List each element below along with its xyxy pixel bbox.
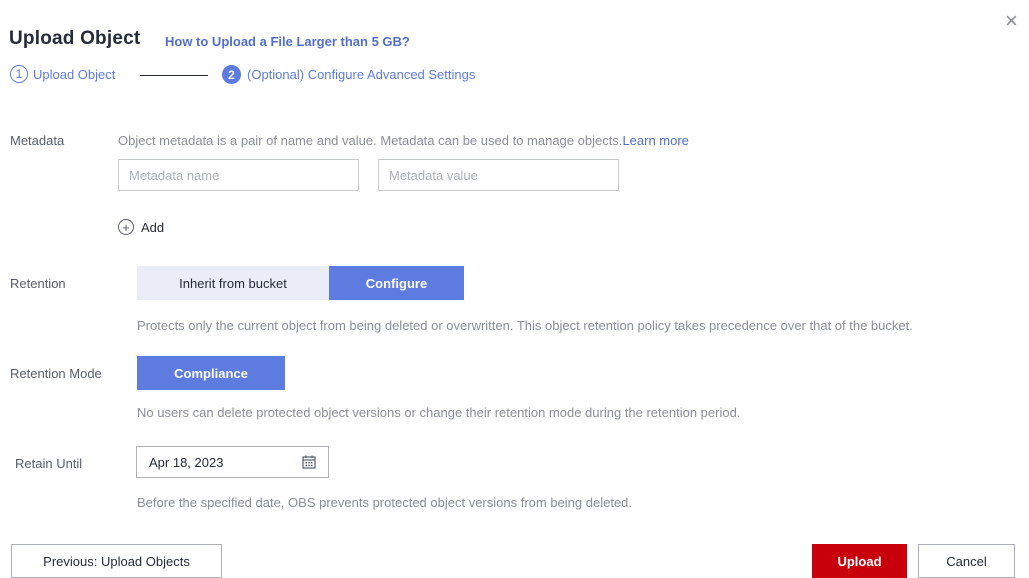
upload-button[interactable]: Upload <box>812 544 907 578</box>
previous-button[interactable]: Previous: Upload Objects <box>11 544 222 578</box>
retain-until-label: Retain Until <box>15 456 83 471</box>
step-2-number: 2 <box>222 65 241 84</box>
retain-until-date-picker[interactable]: Apr 18, 2023 <box>136 446 329 478</box>
step-1-number: 1 <box>10 65 28 83</box>
retain-until-value: Apr 18, 2023 <box>149 454 224 470</box>
retention-description: Protects only the current object from be… <box>137 318 913 333</box>
step-1-label: Upload Object <box>33 66 116 82</box>
dialog-title: Upload Object <box>9 28 141 49</box>
step-1[interactable]: 1 Upload Object <box>10 65 115 83</box>
calendar-icon[interactable] <box>302 455 316 469</box>
retention-mode-description: No users can delete protected object ver… <box>137 405 741 420</box>
metadata-name-input[interactable] <box>118 159 359 191</box>
retention-label: Retention <box>10 276 66 291</box>
retention-mode-compliance[interactable]: Compliance <box>137 356 285 390</box>
learn-more-link[interactable]: Learn more <box>622 133 688 148</box>
retention-mode-label: Retention Mode <box>10 366 102 381</box>
metadata-description: Object metadata is a pair of name and va… <box>118 133 689 148</box>
metadata-description-text: Object metadata is a pair of name and va… <box>118 133 623 148</box>
cancel-button[interactable]: Cancel <box>918 544 1015 578</box>
step-connector <box>140 75 208 76</box>
step-2-label: (Optional) Configure Advanced Settings <box>247 67 476 82</box>
add-circle-icon: + <box>118 219 134 235</box>
metadata-label: Metadata <box>10 133 65 148</box>
retain-until-description: Before the specified date, OBS prevents … <box>137 495 633 510</box>
add-label: Add <box>141 219 165 235</box>
retention-option-inherit[interactable]: Inherit from bucket <box>137 266 329 300</box>
large-file-help-link[interactable]: How to Upload a File Larger than 5 GB? <box>165 34 410 49</box>
retention-option-configure[interactable]: Configure <box>329 266 464 300</box>
close-icon[interactable]: × <box>1005 10 1018 32</box>
step-2: 2 (Optional) Configure Advanced Settings <box>222 65 475 84</box>
metadata-value-input[interactable] <box>378 159 619 191</box>
add-metadata-button[interactable]: + Add <box>118 219 164 235</box>
